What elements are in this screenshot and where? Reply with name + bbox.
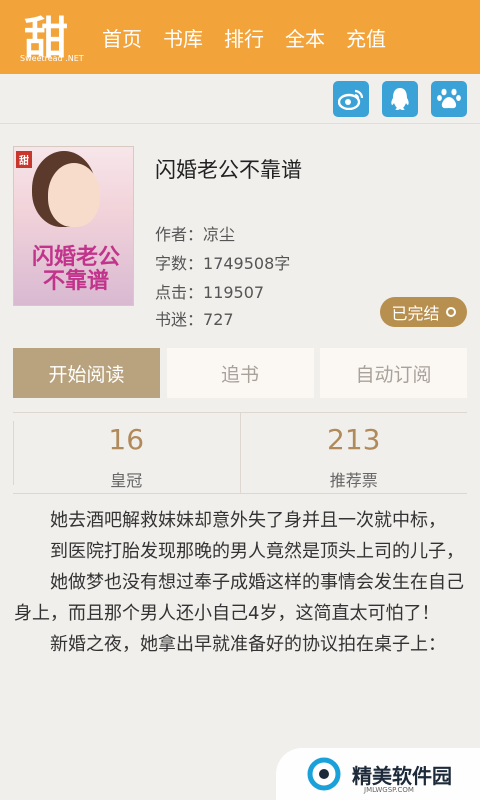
cover-tag: 甜 xyxy=(16,151,32,168)
author-value[interactable]: 凉尘 xyxy=(203,225,235,244)
baidu-share-button[interactable] xyxy=(431,80,467,117)
watermark: 精美软件园 JMLWGSP.COM xyxy=(276,748,480,800)
book-description: 她去酒吧解救妹妹却意外失了身并且一次就中标， 到医院打胎发现那晚的男人竟然是顶头… xyxy=(14,505,466,660)
crown-label: 皇冠 xyxy=(110,471,143,490)
fans-row: 书迷：727 xyxy=(155,306,234,330)
status-badge: 已完结 xyxy=(380,297,467,327)
recommend-label: 推荐票 xyxy=(329,471,378,490)
weibo-share-button[interactable] xyxy=(333,80,369,117)
book-info: 甜 闪婚老公不靠谱 闪婚老公不靠谱 作者：凉尘 字数：1749508字 点击：1… xyxy=(0,124,480,334)
status-dot-icon xyxy=(445,307,456,317)
author-label: 作者： xyxy=(155,225,204,244)
description-paragraph: 她去酒吧解救妹妹却意外失了身并且一次就中标， xyxy=(50,510,446,531)
clicks-value: 119507 xyxy=(203,283,265,302)
nav-recharge[interactable]: 充值 xyxy=(346,23,386,52)
book-title: 闪婚老公不靠谱 xyxy=(155,158,302,182)
watermark-text: 精美软件园 xyxy=(352,763,452,788)
recommend-count: 213 xyxy=(327,423,381,456)
qq-icon xyxy=(391,87,409,110)
qq-share-button[interactable] xyxy=(382,80,418,117)
book-cover[interactable]: 甜 闪婚老公不靠谱 xyxy=(13,146,134,306)
cover-illustration xyxy=(48,163,100,227)
action-buttons: 开始阅读 追书 自动订阅 xyxy=(13,348,467,398)
status-text: 已完结 xyxy=(391,304,440,323)
site-logo[interactable]: 甜 Sweetread .NET xyxy=(0,0,84,74)
top-bar: 甜 Sweetread .NET 首页 书库 排行 全本 充值 xyxy=(0,0,480,74)
clicks-row: 点击：119507 xyxy=(155,279,264,303)
words-row: 字数：1749508字 xyxy=(155,250,290,274)
watermark-sub: JMLWGSP.COM xyxy=(364,786,414,794)
nav-home[interactable]: 首页 xyxy=(102,23,142,52)
nav-complete[interactable]: 全本 xyxy=(285,23,325,52)
author-row: 作者：凉尘 xyxy=(155,221,235,245)
paw-icon xyxy=(437,88,461,108)
fans-label: 书迷： xyxy=(155,310,204,329)
main-nav: 首页 书库 排行 全本 充值 xyxy=(102,23,407,52)
crown-stat[interactable]: 16 皇冠 xyxy=(13,413,240,493)
share-bar xyxy=(0,74,480,124)
follow-book-button[interactable]: 追书 xyxy=(166,348,314,398)
logo-subtitle: Sweetread .NET xyxy=(20,54,84,63)
description-paragraph: 她做梦也没有想过奉子成婚这样的事情会发生在自己身上，而且那个男人还小自己4岁，这… xyxy=(14,572,464,624)
words-label: 字数： xyxy=(155,254,204,273)
description-paragraph: 新婚之夜，她拿出早就准备好的协议拍在桌子上： xyxy=(50,634,446,655)
nav-library[interactable]: 书库 xyxy=(163,23,203,52)
nav-ranking[interactable]: 排行 xyxy=(224,23,264,52)
cover-title: 闪婚老公不靠谱 xyxy=(31,244,120,294)
crown-count: 16 xyxy=(108,423,145,456)
auto-subscribe-button[interactable]: 自动订阅 xyxy=(320,348,467,398)
fans-value: 727 xyxy=(203,310,234,329)
book-stats: 16 皇冠 213 推荐票 xyxy=(13,412,467,494)
description-paragraph: 到医院打胎发现那晚的男人竟然是顶头上司的儿子， xyxy=(50,541,464,562)
watermark-logo-icon xyxy=(307,757,341,791)
clicks-label: 点击： xyxy=(155,283,204,302)
words-value: 1749508字 xyxy=(203,254,291,273)
start-reading-button[interactable]: 开始阅读 xyxy=(13,348,160,398)
recommend-stat[interactable]: 213 推荐票 xyxy=(239,413,468,493)
weibo-icon xyxy=(338,89,364,110)
